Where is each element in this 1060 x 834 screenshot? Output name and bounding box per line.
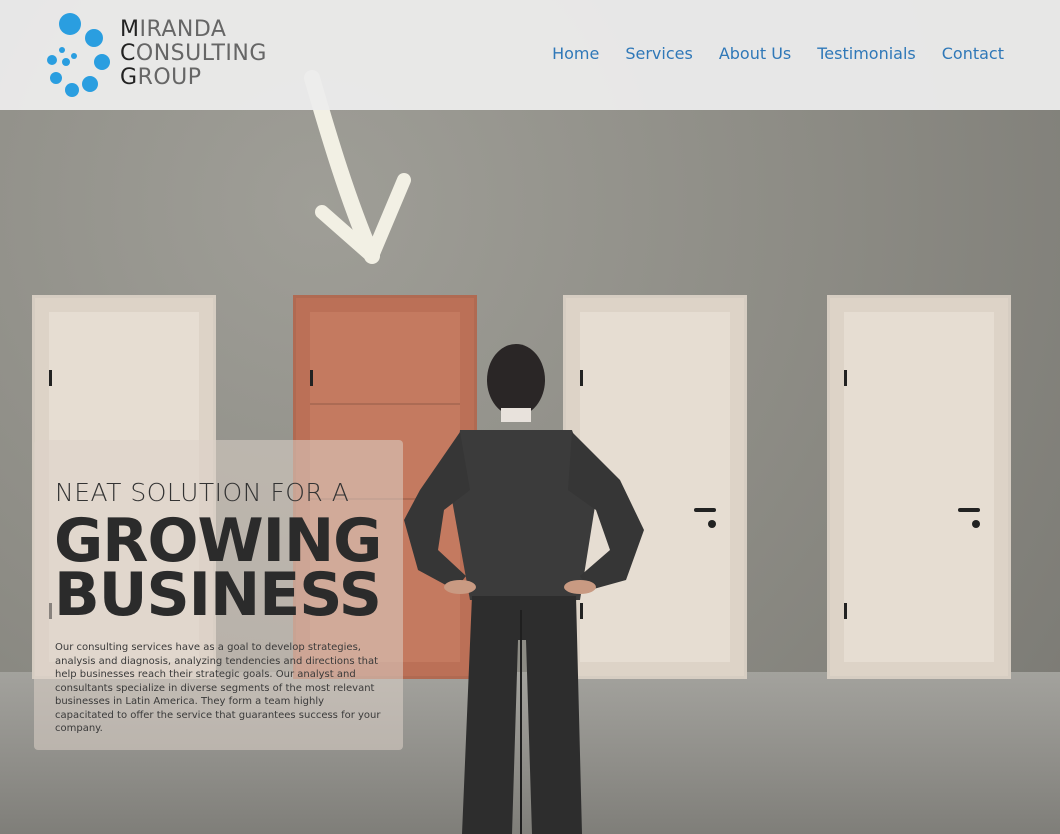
hero-headline: GROWING BUSINESS bbox=[54, 511, 382, 630]
businessman-figure bbox=[404, 344, 644, 834]
logo-line-2: CONSULTING bbox=[120, 41, 267, 66]
nav-home[interactable]: Home bbox=[552, 44, 599, 63]
hero-description: Our consulting services have as a goal t… bbox=[55, 642, 381, 734]
logo-wordmark: MIRANDA CONSULTING GROUP bbox=[120, 18, 267, 90]
logo-line-3: GROUP bbox=[120, 65, 202, 90]
logo-dots-icon bbox=[47, 13, 110, 97]
headline-line-2: BUSINESS bbox=[54, 560, 382, 630]
site-logo[interactable]: MIRANDA CONSULTING GROUP bbox=[44, 12, 266, 102]
main-nav: Home Services About Us Testimonials Cont… bbox=[552, 44, 1004, 63]
logo-line-1: MIRANDA bbox=[120, 17, 227, 42]
hero-kicker: NEAT SOLUTION FOR A bbox=[55, 478, 350, 507]
nav-testimonials[interactable]: Testimonials bbox=[817, 44, 916, 63]
nav-about-us[interactable]: About Us bbox=[719, 44, 791, 63]
hero-text-card: NEAT SOLUTION FOR A GROWING BUSINESS Our… bbox=[34, 440, 403, 750]
nav-services[interactable]: Services bbox=[625, 44, 692, 63]
site-header: MIRANDA CONSULTING GROUP Home Services A… bbox=[0, 0, 1060, 110]
door-4 bbox=[827, 295, 1011, 679]
nav-contact[interactable]: Contact bbox=[942, 44, 1004, 63]
